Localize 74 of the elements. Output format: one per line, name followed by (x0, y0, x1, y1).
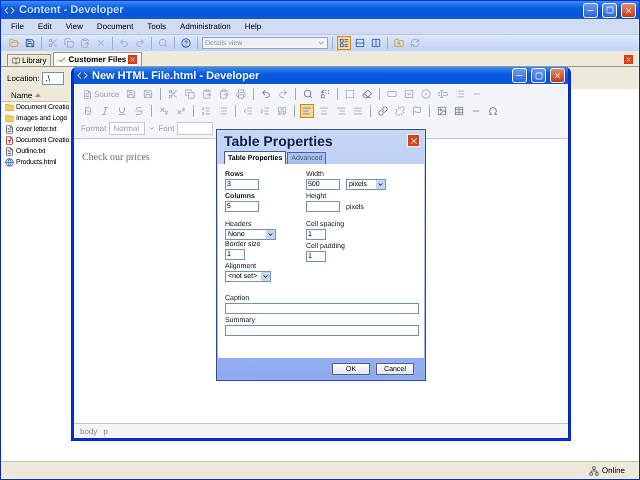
printer-icon[interactable] (234, 87, 248, 101)
close-icon[interactable] (128, 55, 138, 64)
book-icon (12, 56, 20, 64)
font-select[interactable] (177, 122, 214, 134)
app-icon (77, 70, 88, 81)
link-icon[interactable] (376, 104, 390, 118)
folder-icon (5, 103, 14, 112)
copy-icon[interactable] (62, 36, 76, 50)
document-icon (5, 125, 14, 134)
app-icon (4, 4, 15, 16)
menu-item[interactable]: Help (244, 22, 262, 31)
radio-icon[interactable] (419, 87, 434, 101)
paragraph: Check our prices (82, 152, 150, 163)
close-button[interactable] (550, 68, 565, 83)
column-header[interactable]: Name (1, 89, 70, 102)
maximize-icon (534, 72, 542, 80)
input-field[interactable] (306, 201, 340, 212)
check-icon (58, 56, 66, 64)
maximize-button[interactable] (602, 2, 617, 18)
chevron-down-icon (376, 180, 385, 189)
table-icon[interactable] (452, 104, 466, 118)
folder-icon[interactable] (392, 36, 406, 50)
window-title: New HTML File.html - Developer (92, 70, 260, 82)
dropdown-icon[interactable] (148, 124, 156, 132)
status-text: Online (602, 466, 625, 475)
columns-icon[interactable] (369, 36, 383, 50)
document-icon (5, 147, 14, 156)
input-field[interactable] (225, 303, 419, 314)
menu-item[interactable]: File (11, 22, 24, 31)
close-icon[interactable] (624, 55, 633, 64)
close-button[interactable] (407, 134, 420, 147)
maximize-button[interactable] (531, 68, 546, 83)
list-view-icon[interactable] (337, 36, 351, 50)
menu-item[interactable]: Administration (180, 22, 231, 31)
format-label: Format (81, 124, 106, 132)
help-icon[interactable] (179, 36, 193, 50)
eraser-icon[interactable] (360, 87, 374, 101)
document-icon (83, 90, 92, 98)
copy-icon[interactable] (183, 87, 198, 101)
folder-icon (5, 114, 14, 123)
location-field[interactable]: .\ (42, 72, 64, 84)
menu-item[interactable]: Edit (38, 22, 52, 31)
window-title: Content - Developer (19, 4, 125, 16)
globe-icon (5, 158, 14, 167)
close-button[interactable] (621, 2, 636, 18)
save-icon[interactable] (23, 36, 37, 50)
close-icon (553, 71, 562, 80)
chevron-down-icon (266, 230, 275, 239)
unlink-icon[interactable] (393, 104, 407, 118)
menu-item[interactable]: Tools (147, 22, 166, 31)
chevron-down-icon (317, 39, 325, 47)
maximize-icon (606, 6, 614, 14)
image-icon[interactable] (435, 104, 449, 118)
close-icon (408, 136, 418, 146)
dialog-title: Table Properties (224, 132, 333, 148)
chevron-down-icon (261, 272, 270, 281)
tab[interactable]: Library (7, 54, 52, 66)
minimize-button[interactable] (512, 68, 527, 83)
rows-icon[interactable] (353, 36, 367, 50)
align-left-icon[interactable] (300, 104, 314, 118)
quote-icon[interactable] (275, 104, 289, 118)
minimize-button[interactable] (583, 2, 598, 18)
refresh-icon[interactable] (408, 36, 422, 50)
input-field[interactable] (225, 325, 419, 336)
location-label: Location: (7, 74, 40, 82)
document-icon (5, 136, 14, 145)
network-icon (588, 466, 599, 476)
close-icon (624, 6, 633, 14)
menu-item[interactable]: View (66, 22, 83, 31)
menu-item[interactable]: Document (96, 22, 134, 31)
font-label: Font (158, 124, 174, 132)
search-icon[interactable] (156, 36, 170, 50)
tab[interactable]: Customer Files (53, 52, 142, 66)
sort-icon (35, 93, 42, 97)
